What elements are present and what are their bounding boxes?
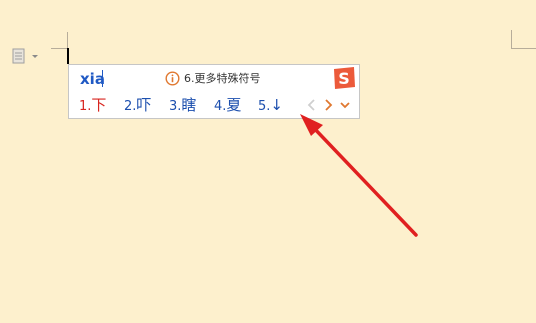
info-icon: [165, 71, 180, 86]
annotation-arrow: [300, 114, 418, 237]
composition-cursor: [102, 70, 103, 87]
margin-corner-left-vertical: [67, 32, 68, 48]
ime-composition-bar: xia 6.更多特殊符号 S: [69, 65, 359, 92]
margin-corner-right-vertical: [511, 30, 512, 48]
text-cursor: [67, 48, 69, 64]
candidate-2[interactable]: 2.吓: [124, 96, 151, 116]
margin-corner-right: [511, 48, 536, 49]
chevron-left-icon[interactable]: [305, 96, 319, 114]
candidate-3[interactable]: 3.瞎: [169, 96, 196, 116]
svg-text:S: S: [338, 69, 350, 88]
special-symbols-label: 6.更多特殊符号: [184, 72, 261, 85]
sogou-s-logo[interactable]: S: [331, 66, 357, 91]
candidate-1[interactable]: 1.下: [79, 96, 106, 116]
candidate-5[interactable]: 5.↓: [258, 96, 283, 116]
page-options-icon[interactable]: [12, 48, 40, 64]
chevron-right-icon[interactable]: [321, 96, 335, 114]
chevron-down-icon[interactable]: [338, 96, 352, 114]
special-symbols-hint[interactable]: 6.更多特殊符号: [165, 70, 261, 87]
ime-candidate-window: xia 6.更多特殊符号 S 1.下 2.吓 3.瞎 4.夏 5.↓: [68, 64, 360, 119]
candidate-list: 1.下 2.吓 3.瞎 4.夏 5.↓: [69, 93, 359, 118]
margin-corner-left: [51, 48, 67, 49]
candidate-4[interactable]: 4.夏: [214, 96, 241, 116]
